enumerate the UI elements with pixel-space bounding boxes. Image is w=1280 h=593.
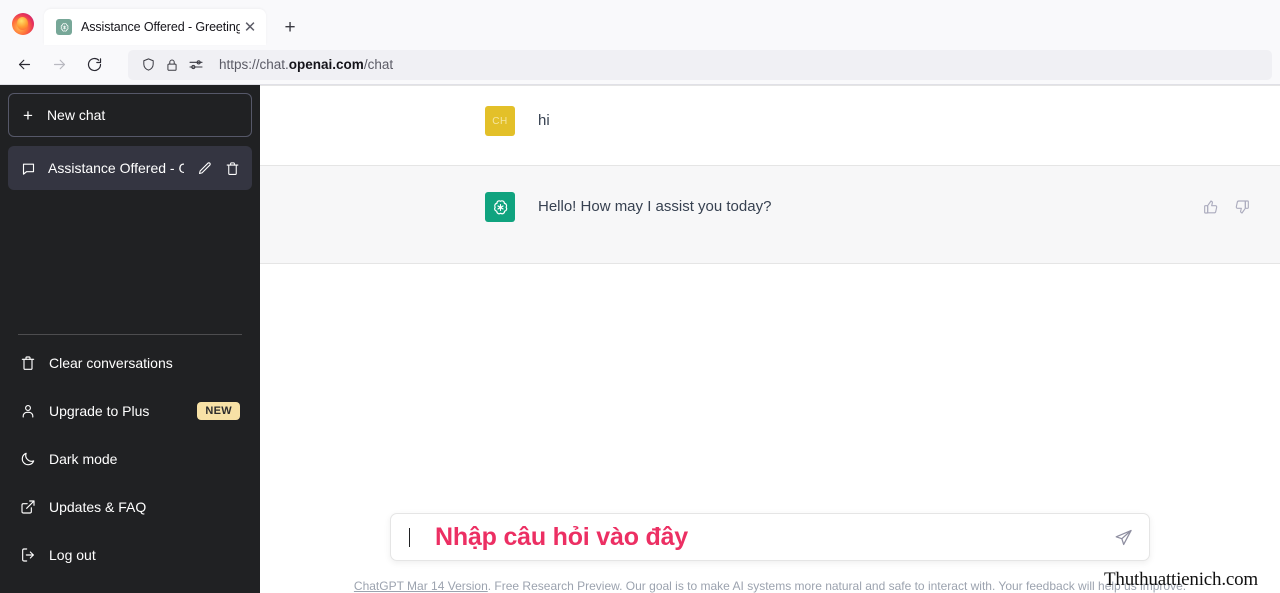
plus-icon: + — [23, 105, 33, 125]
lock-icon[interactable] — [161, 54, 183, 76]
message-actions — [1202, 192, 1250, 215]
sidebar-item-dark-mode[interactable]: Dark mode — [8, 435, 252, 483]
tab-title: Assistance Offered - Greeting. — [81, 20, 240, 34]
footer-rest-text: . Free Research Preview. Our goal is to … — [487, 579, 1187, 593]
pencil-icon[interactable] — [196, 160, 212, 176]
composer-overlay-annotation: Nhập câu hỏi vào đây — [435, 522, 689, 551]
new-chat-label: New chat — [46, 107, 106, 123]
send-paper-plane-icon[interactable] — [1111, 525, 1135, 549]
url-protocol: https://chat. — [219, 57, 289, 72]
browser-chrome: Assistance Offered - Greeting. ✕ + https… — [0, 0, 1280, 85]
watermark: Thuthuattienich.com — [1104, 569, 1258, 590]
conversation-list: Assistance Offered - Gr — [8, 146, 252, 190]
back-button[interactable] — [8, 49, 40, 81]
sidebar-item-updates-faq[interactable]: Updates & FAQ — [8, 483, 252, 531]
url-text: https://chat.openai.com/chat — [219, 57, 393, 72]
url-bar[interactable]: https://chat.openai.com/chat — [128, 49, 1272, 80]
thumbs-up-icon[interactable] — [1202, 198, 1219, 215]
firefox-logo-icon — [12, 13, 34, 35]
navigation-toolbar: https://chat.openai.com/chat — [0, 45, 1280, 85]
avatar: CH — [485, 106, 515, 136]
permissions-icon[interactable] — [185, 54, 207, 76]
new-tab-button[interactable]: + — [276, 13, 304, 41]
close-icon[interactable]: ✕ — [240, 17, 260, 37]
trash-icon[interactable] — [224, 160, 240, 176]
sidebar-item-label: Dark mode — [49, 451, 118, 467]
sidebar-item-label: Log out — [49, 547, 96, 563]
sidebar-item-clear-conversations[interactable]: Clear conversations — [8, 339, 252, 387]
message-row-user: CH hi — [260, 86, 1280, 165]
sidebar-item-label: Upgrade to Plus — [49, 403, 150, 419]
sidebar-item-label: Updates & FAQ — [49, 499, 147, 515]
forward-button — [43, 49, 75, 81]
chat-bubble-icon — [20, 160, 36, 176]
message-list: CH hi Hello! How may I assist you today? — [260, 85, 1280, 264]
logout-icon — [20, 547, 36, 563]
trash-icon — [20, 355, 36, 371]
status-badge: NEW — [197, 402, 240, 420]
sidebar-item-label: Clear conversations — [49, 355, 173, 371]
avatar — [485, 192, 515, 222]
version-link[interactable]: ChatGPT Mar 14 Version — [354, 579, 488, 593]
message-row-assistant: Hello! How may I assist you today? — [260, 165, 1280, 264]
url-domain: openai.com — [288, 57, 364, 72]
sidebar-divider — [18, 334, 242, 335]
browser-tab[interactable]: Assistance Offered - Greeting. ✕ — [44, 9, 266, 45]
tab-strip: Assistance Offered - Greeting. ✕ + — [0, 0, 1280, 45]
shield-icon[interactable] — [137, 54, 159, 76]
openai-favicon — [56, 19, 72, 35]
reload-button[interactable] — [78, 49, 110, 81]
chat-main: CH hi Hello! How may I assist you today? — [260, 85, 1280, 593]
sidebar-menu: Clear conversations Upgrade to Plus NEW — [8, 339, 252, 585]
sidebar-item-log-out[interactable]: Log out — [8, 531, 252, 579]
new-chat-button[interactable]: + New chat — [8, 93, 252, 137]
url-path: /chat — [363, 57, 394, 72]
chat-input-container[interactable]: Nhập câu hỏi vào đây — [390, 513, 1150, 561]
message-text: hi — [538, 112, 550, 129]
message-text: Hello! How may I assist you today? — [538, 198, 772, 215]
sidebar-item-conversation[interactable]: Assistance Offered - Gr — [8, 146, 252, 190]
external-link-icon — [20, 499, 36, 515]
text-caret — [409, 527, 410, 547]
person-icon — [20, 403, 36, 419]
chatgpt-app: + New chat Assistance Offered - Gr Clear… — [0, 85, 1280, 593]
thumbs-down-icon[interactable] — [1233, 198, 1250, 215]
moon-icon — [20, 451, 36, 467]
sidebar-item-upgrade-to-plus[interactable]: Upgrade to Plus NEW — [8, 387, 252, 435]
conversation-title: Assistance Offered - Gr — [48, 160, 184, 176]
sidebar: + New chat Assistance Offered - Gr Clear… — [0, 85, 260, 593]
